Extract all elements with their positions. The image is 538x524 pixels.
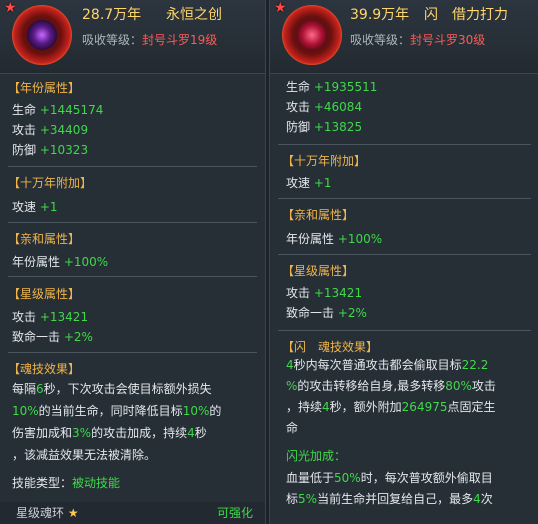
stat-label: 防御 (12, 143, 37, 157)
section-title: 【亲和属性】 (8, 232, 81, 246)
section-affinity: 【亲和属性】 年份属性 +100% (278, 198, 531, 246)
stat-value: +13825 (313, 120, 363, 134)
stat-value: +13421 (39, 310, 89, 324)
section-title: 【星级属性】 (282, 264, 355, 278)
stat-value: +34409 (39, 123, 89, 137)
star-icon: ★ (274, 0, 287, 16)
stat-label: 致命一击 (12, 330, 61, 344)
stat-label: 生命 (286, 80, 311, 94)
stat-value: +100% (337, 232, 383, 246)
stat-value: +1 (39, 200, 58, 214)
left-skill-name: 永恒之创 (166, 7, 222, 23)
skill-effect-text: 每隔6秒，下次攻击会使目标额外损失 10%的当前生命，同时降低目标10%的 伤害… (12, 382, 222, 462)
left-soul-ring-icon: ★ (4, 1, 72, 65)
skill-effect-text: 4秒内每次普通攻击都会偷取目标22.2 %的攻击转移给自身,最多转移80%攻击 … (286, 358, 496, 435)
right-soul-ring-icon: ★ (274, 1, 342, 65)
absorb-level: 封号斗罗30级 (410, 33, 486, 47)
right-header: ★ 39.9万年 闪 借力打力 吸收等级：封号斗罗30级 (270, 0, 538, 74)
section-title: 【星级属性】 (8, 287, 81, 301)
stat-label: 防御 (286, 120, 311, 134)
flash-bonus-title: 闪光加成： (286, 449, 347, 463)
absorb-label: 吸收等级： (82, 33, 143, 47)
stat-label: 年份属性 (12, 255, 61, 269)
section-100k-bonus: 【十万年附加】 攻速 +1 (278, 144, 531, 190)
right-skill-name: 闪 借力打力 (424, 7, 508, 23)
star-icon: ★ (67, 506, 79, 520)
left-power: 28.7万年 (82, 7, 142, 23)
stat-label: 攻击 (286, 286, 311, 300)
section-star-attributes: 【星级属性】 攻击 +13421 致命一击 +2% (278, 254, 531, 320)
stat-value: +1445174 (39, 103, 104, 117)
stat-value: +10323 (39, 143, 89, 157)
star-ring-label: 星级魂环 (16, 506, 65, 520)
section-skill-effect: 【闪 魂技效果】 4秒内每次普通攻击都会偷取目标22.2 %的攻击转移给自身,最… (278, 330, 531, 524)
stat-label: 致命一击 (286, 306, 335, 320)
flash-bonus-text: 血量低于50%时，每次普攻额外偷取目 标5%当前生命并回复给自己，最多4次 (286, 471, 493, 506)
stat-value: +100% (63, 255, 109, 269)
section-title: 【十万年附加】 (8, 176, 93, 190)
star-icon: ★ (4, 0, 17, 16)
stat-value: +13421 (313, 286, 363, 300)
stat-label: 生命 (12, 103, 37, 117)
section-title: 【年份属性】 (8, 81, 81, 95)
stat-value: +1 (313, 176, 332, 190)
stat-value: +1935511 (313, 80, 378, 94)
section-title: 【亲和属性】 (282, 208, 355, 222)
stat-label: 攻击 (286, 100, 311, 114)
section-title: 【魂技效果】 (8, 362, 81, 376)
section-star-attributes: 【星级属性】 攻击 +13421 致命一击 +2% (8, 276, 257, 344)
purple-vortex-icon (27, 20, 57, 50)
left-header: ★ 28.7万年 永恒之创 吸收等级：封号斗罗19级 (0, 0, 265, 74)
stat-label: 年份属性 (286, 232, 335, 246)
right-soul-ring-tooltip: ★ 39.9万年 闪 借力打力 吸收等级：封号斗罗30级 生命 +1935511… (269, 0, 538, 524)
enhance-link[interactable]: 可强化 (217, 505, 253, 521)
stat-label: 攻击 (12, 123, 37, 137)
skill-type: 技能类型：被动技能 (12, 476, 121, 490)
absorb-level: 封号斗罗19级 (142, 33, 218, 47)
section-title: 【闪 魂技效果】 (282, 340, 379, 354)
right-power: 39.9万年 (350, 7, 410, 23)
absorb-label: 吸收等级： (350, 33, 411, 47)
stat-label: 攻击 (12, 310, 37, 324)
stat-label: 攻速 (12, 200, 37, 214)
section-title: 【十万年附加】 (282, 154, 367, 168)
section-skill-effect: 【魂技效果】 每隔6秒，下次攻击会使目标额外损失 10%的当前生命，同时降低目标… (8, 352, 257, 503)
left-footer: 星级魂环 ★ 可强化 (0, 502, 265, 524)
crimson-slash-icon (297, 20, 327, 50)
stat-value: +2% (337, 306, 367, 320)
stat-value: +46084 (313, 100, 363, 114)
section-affinity: 【亲和属性】 年份属性 +100% (8, 222, 257, 269)
stat-label: 攻速 (286, 176, 311, 190)
stat-value: +2% (63, 330, 93, 344)
left-soul-ring-tooltip: ★ 28.7万年 永恒之创 吸收等级：封号斗罗19级 【年份属性】 生命 +14… (0, 0, 266, 524)
section-100k-bonus: 【十万年附加】 攻速 +1 (8, 166, 257, 214)
